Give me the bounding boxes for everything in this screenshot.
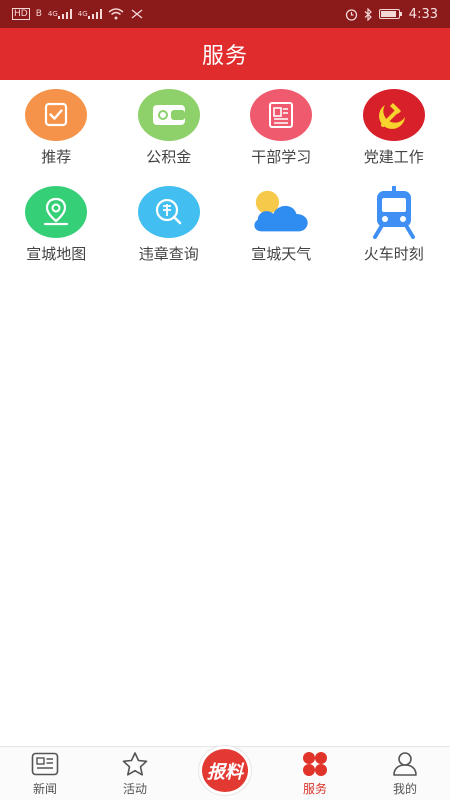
service-tile-city-map[interactable]: 宣城地图: [0, 181, 113, 278]
alarm-icon: [345, 8, 358, 21]
tab-news[interactable]: 新闻: [0, 746, 90, 800]
wifi-icon: [108, 8, 124, 20]
hammer-sickle-icon: [362, 88, 425, 142]
service-tile-city-weather[interactable]: 宣城天气: [225, 181, 338, 278]
service-label: 违章查询: [138, 245, 199, 263]
tab-activity[interactable]: 活动: [90, 746, 180, 800]
service-grid: 推荐 公积金 干部学习 党建工作 宣城地图 违章查询 宣城天气 火车时刻: [0, 84, 450, 278]
hd-badge: HD: [12, 8, 30, 20]
service-tile-housing-fund[interactable]: 公积金: [113, 84, 226, 181]
star-icon: [120, 750, 150, 778]
user-icon: [390, 750, 420, 778]
document-icon: [250, 88, 313, 142]
newspaper-icon: [30, 750, 60, 778]
signal-icon-2: 4G: [78, 9, 102, 19]
wallet-icon: [137, 88, 200, 142]
report-button[interactable]: 报料: [199, 746, 251, 795]
page-title: 服务: [201, 44, 248, 69]
service-label: 公积金: [146, 148, 192, 166]
service-tile-train-schedule[interactable]: 火车时刻: [338, 181, 450, 278]
service-label: 宣城地图: [26, 245, 87, 263]
tab-label: 服务: [302, 782, 327, 796]
tab-label: 新闻: [32, 782, 57, 796]
service-label: 党建工作: [363, 148, 424, 166]
service-label: 宣城天气: [251, 245, 312, 263]
battery-icon: [378, 8, 403, 20]
tab-report[interactable]: 报料: [180, 746, 270, 800]
status-bar: HD B 4G 4G 4:33: [0, 0, 450, 28]
service-tile-recommend[interactable]: 推荐: [0, 84, 113, 181]
service-tile-violation-query[interactable]: 违章查询: [113, 181, 226, 278]
tab-label: 活动: [122, 782, 147, 796]
bluetooth-icon: [364, 7, 373, 21]
service-label: 推荐: [41, 148, 72, 166]
status-left: HD B 4G 4G: [12, 8, 144, 20]
status-right: 4:33: [345, 7, 438, 22]
signal-icon: 4G: [48, 9, 72, 19]
check-frame-icon: [25, 88, 88, 142]
bottom-tab-bar: 新闻 活动 报料 服务 我的: [0, 746, 450, 800]
service-tile-party-building[interactable]: 党建工作: [338, 84, 450, 181]
service-label: 干部学习: [251, 148, 312, 166]
page-header: 服务: [0, 28, 450, 80]
tab-label: 我的: [392, 782, 417, 796]
train-icon: [363, 185, 425, 239]
clover-icon: [300, 750, 330, 778]
tab-mine[interactable]: 我的: [360, 746, 450, 800]
b-badge: B: [35, 9, 42, 19]
service-label: 火车时刻: [363, 245, 424, 263]
service-tile-cadre-study[interactable]: 干部学习: [225, 84, 338, 181]
violation-search-icon: [137, 185, 200, 239]
map-pin-icon: [25, 185, 88, 239]
data-saver-icon: [130, 8, 144, 20]
status-time: 4:33: [408, 6, 438, 22]
tab-service[interactable]: 服务: [270, 746, 360, 800]
weather-cloud-sun-icon: [250, 185, 312, 239]
